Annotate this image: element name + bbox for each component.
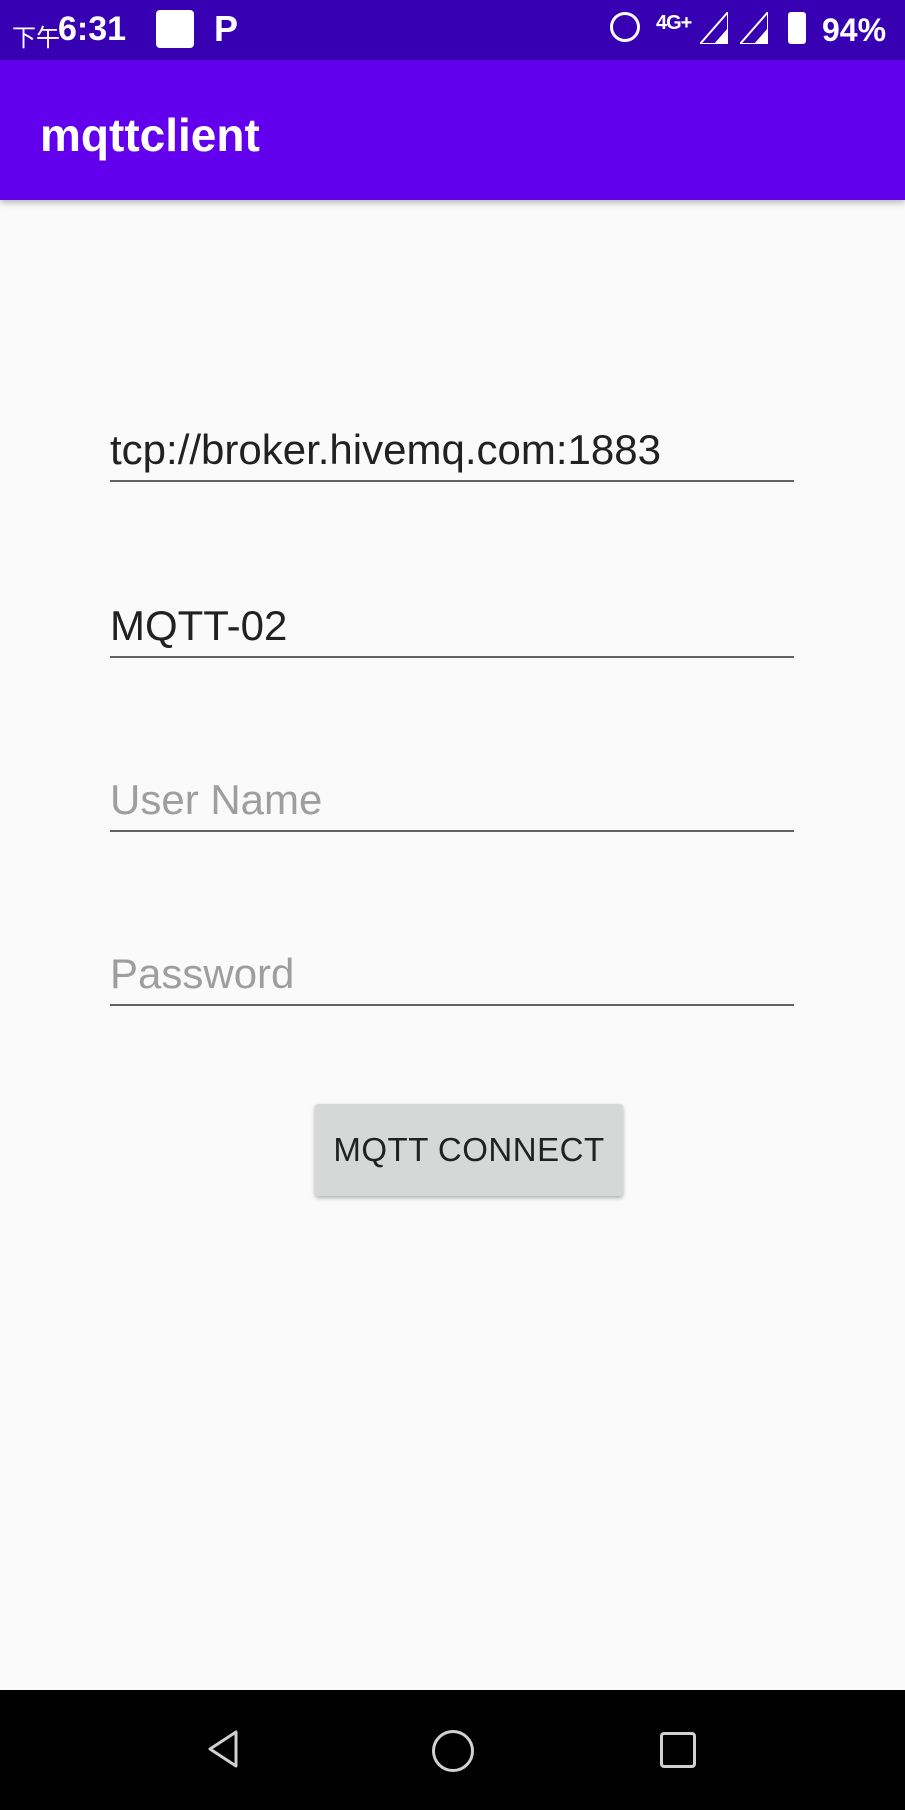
back-icon[interactable] — [204, 1728, 246, 1770]
mqtt-connect-button[interactable]: MQTT CONNECT — [315, 1104, 623, 1196]
app-title: mqttclient — [40, 109, 260, 161]
username-input[interactable]: User Name — [110, 770, 794, 832]
battery-icon — [788, 12, 806, 44]
navigation-bar — [0, 1690, 905, 1810]
password-input[interactable]: Password — [110, 944, 794, 1006]
time-prefix: 下午 — [12, 25, 60, 52]
app-bar: mqttclient — [0, 60, 905, 200]
client-id-input[interactable]: MQTT-02 — [110, 596, 794, 658]
status-bar: 下午 6:31 P 4G+ 94% — [0, 0, 905, 60]
signal-icon — [740, 12, 768, 44]
recent-apps-icon[interactable] — [660, 1732, 696, 1768]
signal-icon — [700, 12, 728, 44]
network-type-label: 4G+ — [656, 12, 692, 34]
home-icon[interactable] — [432, 1730, 474, 1772]
p-app-icon: P — [214, 8, 239, 49]
alarm-icon — [610, 12, 640, 42]
status-time: 6:31 — [58, 10, 127, 48]
usb-icon — [156, 10, 194, 48]
battery-percent: 94% — [822, 12, 887, 48]
broker-url-input[interactable]: tcp://broker.hivemq.com:1883 — [110, 420, 794, 482]
